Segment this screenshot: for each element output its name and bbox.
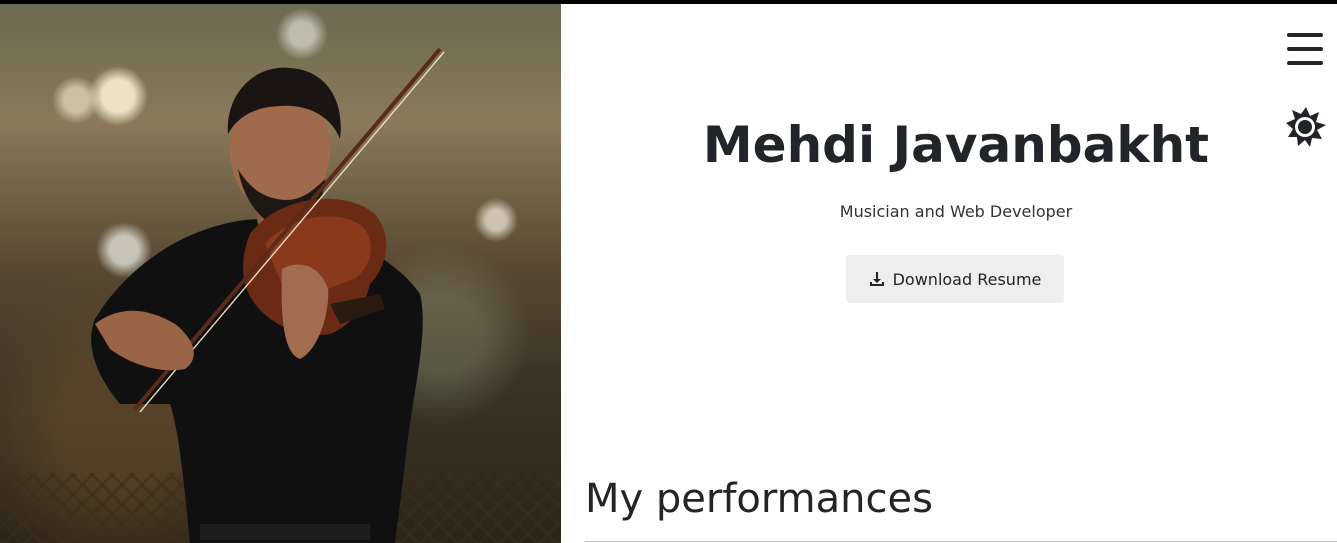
section-divider: [585, 541, 1337, 542]
download-resume-label: Download Resume: [892, 269, 1042, 289]
menu-bar-middle: [1287, 47, 1323, 51]
hero-photo: [0, 4, 561, 543]
hamburger-menu-icon[interactable]: [1287, 31, 1323, 67]
tagline: Musician and Web Developer: [839, 202, 1073, 221]
menu-bar-top: [1287, 33, 1323, 37]
download-icon: [869, 272, 884, 286]
violinist-figure: [91, 47, 445, 543]
menu-bar-bottom: [1287, 61, 1323, 65]
download-resume-button[interactable]: Download Resume: [846, 255, 1064, 303]
section-title-performances: My performances: [585, 476, 933, 522]
page-title: Mehdi Javanbakht: [702, 116, 1210, 174]
